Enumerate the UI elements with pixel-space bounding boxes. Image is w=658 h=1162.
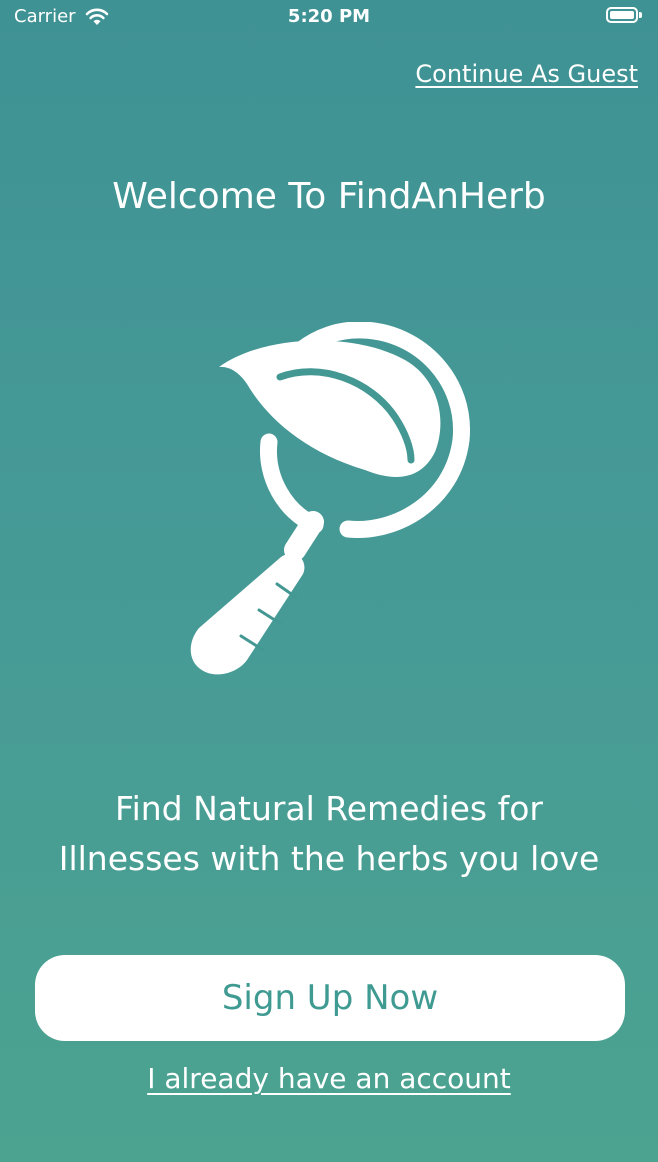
status-time: 5:20 PM [287,6,371,27]
status-bar: Carrier 5:20 PM [0,0,658,34]
continue-as-guest-link[interactable]: Continue As Guest [415,60,638,88]
tagline-line-1: Find Natural Remedies for [115,789,543,828]
battery-icon [606,6,644,24]
page-title: Welcome To FindAnHerb [112,176,546,217]
tagline-line-2: Illnesses with the herbs you love [58,839,600,878]
leaf-magnifier-icon [190,322,470,675]
welcome-screen: Carrier 5:20 PM Continue As Guest Welcom… [0,0,658,1162]
sign-up-button[interactable]: Sign Up Now [35,955,625,1041]
tagline: Find Natural Remedies for Illnesses with… [0,784,658,884]
sign-up-button-label: Sign Up Now [221,978,439,1018]
existing-account-link[interactable]: I already have an account [0,1062,658,1095]
